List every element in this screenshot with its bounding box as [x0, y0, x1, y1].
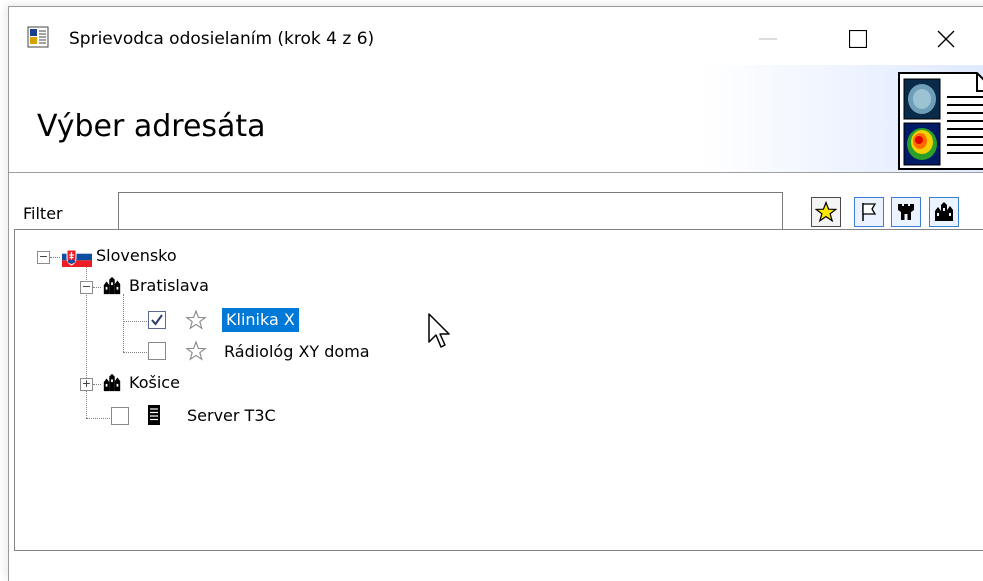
checkmark-icon [151, 314, 163, 326]
filter-input[interactable] [118, 192, 783, 232]
tree-connector [123, 294, 124, 352]
city-icon [103, 276, 121, 295]
city-icon [935, 202, 953, 221]
close-icon [937, 30, 955, 48]
maximize-button[interactable] [826, 15, 890, 63]
server-t3c-checkbox[interactable] [111, 407, 129, 425]
tree-node-slovensko[interactable]: Slovensko [96, 244, 177, 268]
mouse-cursor-icon [428, 313, 450, 348]
collapse-slovensko-toggle[interactable]: − [37, 251, 50, 264]
tree-connector [50, 257, 60, 258]
country-filter-button[interactable] [854, 197, 884, 227]
collapse-bratislava-toggle[interactable]: − [80, 281, 93, 294]
tree-connector [123, 352, 147, 353]
wizard-header: Výber adresáta [9, 65, 983, 173]
app-icon [27, 26, 49, 48]
recipient-tree[interactable]: − Slovensko − Bratislava Klinika X Rádio… [14, 229, 983, 551]
tree-connector [86, 418, 110, 419]
server-icon [148, 405, 160, 425]
page-title: Výber adresáta [37, 109, 266, 144]
tree-node-kosice[interactable]: Košice [129, 371, 180, 395]
tree-connector [93, 384, 101, 385]
maximize-icon [849, 30, 867, 48]
expand-kosice-toggle[interactable]: + [80, 378, 93, 391]
star-outline-icon [185, 309, 207, 330]
tower-icon [898, 204, 914, 220]
tree-node-server-t3c[interactable]: Server T3C [187, 404, 276, 428]
tree-node-bratislava[interactable]: Bratislava [129, 274, 209, 298]
radiolog-xy-doma-checkbox[interactable] [148, 342, 166, 360]
filter-label: Filter [23, 204, 63, 223]
institution-filter-button[interactable] [891, 197, 921, 227]
window-title: Sprievodca odosielaním (krok 4 z 6) [69, 29, 375, 49]
tree-connector [123, 321, 147, 322]
favorites-filter-button[interactable] [811, 197, 841, 227]
tree-node-klinika-x[interactable]: Klinika X [222, 308, 299, 332]
title-bar[interactable]: Sprievodca odosielaním (krok 4 z 6) [9, 7, 983, 65]
medical-document-icon [898, 72, 983, 170]
star-outline-icon [185, 340, 207, 361]
tree-connector [93, 287, 101, 288]
klinika-x-checkbox[interactable] [148, 311, 166, 329]
star-icon [815, 201, 837, 223]
close-button[interactable] [914, 15, 978, 63]
minimize-button[interactable] [736, 15, 800, 63]
flag-icon [862, 203, 877, 221]
minimize-icon [759, 38, 777, 40]
city-filter-button[interactable] [929, 197, 959, 227]
tree-node-radiolog-xy-doma[interactable]: Rádiológ XY doma [224, 340, 370, 364]
city-icon [103, 373, 121, 392]
desktop: Sprievodca odosielaním (krok 4 z 6) Výbe… [0, 0, 983, 581]
slovak-flag-icon [62, 247, 92, 267]
